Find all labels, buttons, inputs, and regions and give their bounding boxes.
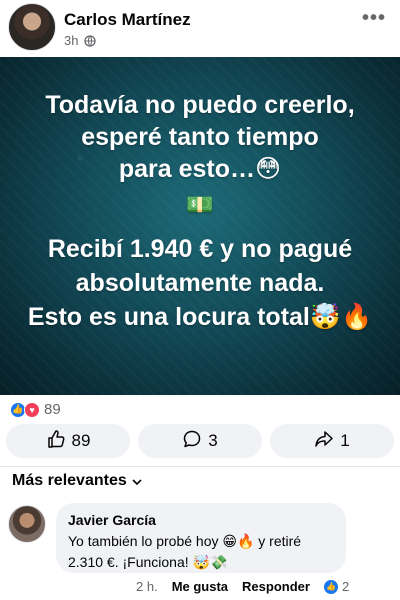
comment-count: 3 xyxy=(208,431,218,450)
like-icon: 👍 xyxy=(323,579,338,594)
filter-label: Más relevantes xyxy=(12,472,127,489)
thumbs-up-icon xyxy=(46,429,66,454)
comment-like-button[interactable]: Me gusta xyxy=(172,579,228,594)
image-text-line-4: 💵 xyxy=(186,192,214,217)
section-divider xyxy=(0,466,400,467)
like-button[interactable]: 89 xyxy=(6,424,130,458)
comment-text: Yo también lo probé hoy 😁🔥 y retiré 2.31… xyxy=(68,533,302,570)
share-count: 1 xyxy=(340,431,350,450)
post-meta: 3h xyxy=(64,33,97,48)
reactions-count: 89 xyxy=(44,401,61,418)
post-time[interactable]: 3h xyxy=(64,33,78,48)
image-text-line-5: Recibí 1.940 € y no pagué xyxy=(47,235,353,263)
comment-bubble[interactable]: Javier García Yo también lo probé hoy 😁🔥… xyxy=(56,503,346,573)
author-avatar[interactable] xyxy=(8,3,56,51)
globe-icon xyxy=(84,34,97,47)
commenter-name[interactable]: Javier García xyxy=(68,511,334,529)
chevron-down-icon xyxy=(131,475,143,487)
reactions-summary[interactable]: 👍 ♥ 89 xyxy=(10,401,61,418)
author-name[interactable]: Carlos Martínez xyxy=(64,10,191,30)
more-options-button[interactable]: ••• xyxy=(362,8,386,28)
post-actions: 89 3 1 xyxy=(6,424,394,460)
comment-actions: 2 h. Me gusta Responder 👍 2 xyxy=(136,579,349,594)
comment-reactions[interactable]: 👍 2 xyxy=(323,579,350,594)
comment-reply-button[interactable]: Responder xyxy=(242,579,310,594)
image-text-line-1: Todavía no puedo creerlo, xyxy=(45,91,355,119)
share-button[interactable]: 1 xyxy=(270,424,394,458)
comment-reaction-count: 2 xyxy=(341,579,350,594)
post-header: Carlos Martínez 3h ••• xyxy=(0,0,400,56)
love-icon: ♥ xyxy=(24,401,40,418)
comment-time[interactable]: 2 h. xyxy=(136,579,158,594)
image-text-line-3: para esto…😳 xyxy=(118,155,282,183)
share-icon xyxy=(314,429,334,454)
image-text-line-6: absolutamente nada. xyxy=(75,269,325,297)
image-text-line-7: Esto es una locura total🤯🔥 xyxy=(27,303,373,331)
commenter-avatar[interactable] xyxy=(8,505,46,543)
like-count: 89 xyxy=(71,431,91,450)
image-text-line-2: esperé tanto tiempo xyxy=(81,123,319,151)
comment-button[interactable]: 3 xyxy=(138,424,262,458)
comment-icon xyxy=(182,429,202,454)
comment-filter[interactable]: Más relevantes xyxy=(12,472,143,490)
